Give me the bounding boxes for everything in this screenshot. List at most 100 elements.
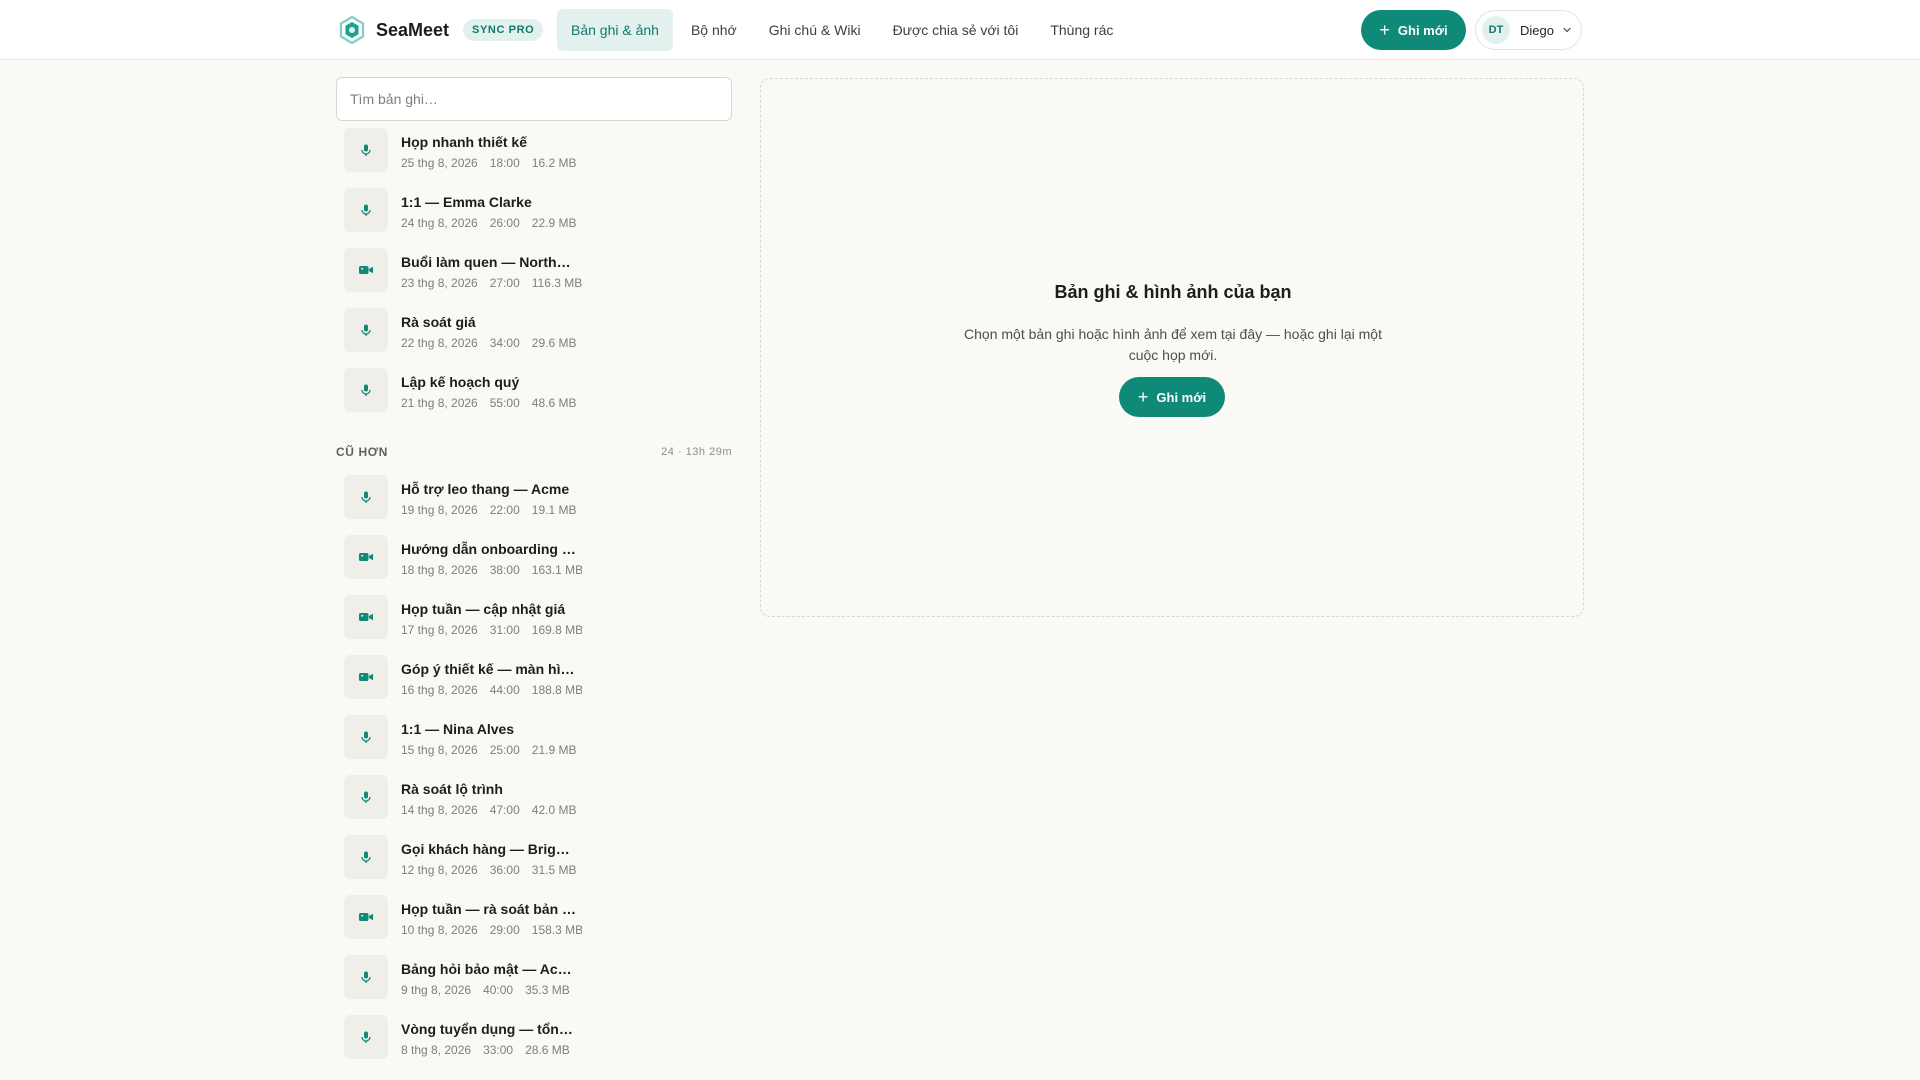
plan-badge: SYNC PRO: [463, 19, 544, 41]
recording-meta: 18 thg 8, 2026 38:00 163.1 MB: [401, 563, 582, 577]
tab-trash[interactable]: Thùng rác: [1036, 9, 1127, 51]
recording-meta: 21 thg 8, 2026 55:00 48.6 MB: [401, 396, 582, 410]
recording-item[interactable]: Lập kế hoạch quý 21 thg 8, 2026 55:00 48.6 …: [336, 366, 736, 426]
recording-size: 19.1 MB: [531, 503, 577, 517]
tab-notes-wiki[interactable]: Ghi chú & Wiki: [755, 9, 875, 51]
recording-title: Buổi làm quen — Northwind: [401, 254, 577, 270]
brand[interactable]: SeaMeet SYNC PRO: [338, 16, 544, 44]
recording-title: Rà soát giá: [401, 314, 476, 330]
recording-meta: 25 thg 8, 2026 18:00 16.2 MB: [401, 156, 582, 170]
recording-item[interactable]: Hỗ trợ leo thang — Acme 19 thg 8, 2026 22:…: [336, 473, 736, 533]
recording-date: 8 thg 8, 2026: [401, 1043, 472, 1057]
recording-meta: 14 thg 8, 2026 47:00 42.0 MB: [401, 803, 582, 817]
recording-duration: 25:00: [489, 743, 520, 757]
recording-item[interactable]: Họp tuần — cập nhật giá 17 thg 8, 2026 31:…: [336, 593, 736, 653]
recording-duration: 18:00: [489, 156, 520, 170]
new-recording-label: Ghi mới: [1397, 22, 1448, 38]
recording-date: 14 thg 8, 2026: [401, 803, 478, 817]
new-recording-button[interactable]: + Ghi mới: [1361, 10, 1466, 50]
recording-item[interactable]: Hướng dẫn onboarding khách hàng 18 thg 8,…: [336, 533, 736, 593]
mic-icon: [344, 715, 388, 759]
top-bar: SeaMeet SYNC PRO Bản ghi & ảnh Bộ nhớ Gh…: [0, 0, 1920, 60]
recording-item[interactable]: 1:1 — Nina Alves 15 thg 8, 2026 25:00 21.9 …: [336, 713, 736, 773]
recording-item[interactable]: Buổi làm quen — Northwind 23 thg 8, 2026 2…: [336, 246, 736, 306]
recording-size: 158.3 MB: [531, 923, 582, 937]
recording-title: Hỗ trợ leo thang — Acme: [401, 481, 570, 497]
recording-item[interactable]: Gọi khách hàng — Brightline 12 thg 8, 202…: [336, 833, 736, 893]
recording-size: 116.3 MB: [531, 276, 582, 290]
recording-date: 19 thg 8, 2026: [401, 503, 478, 517]
recording-duration: 33:00: [483, 1043, 514, 1057]
avatar: DT: [1482, 16, 1510, 44]
tab-recordings[interactable]: Bản ghi & ảnh: [557, 9, 673, 51]
main-nav: Bản ghi & ảnh Bộ nhớ Ghi chú & Wiki Được…: [557, 9, 1131, 51]
video-icon: [344, 248, 388, 292]
recording-title: Họp nhanh thiết kế: [401, 134, 527, 150]
recording-title: 1:1 — Nina Alves: [401, 721, 515, 737]
search-input[interactable]: [336, 77, 732, 121]
recording-size: 16.2 MB: [531, 156, 577, 170]
recording-size: 35.3 MB: [525, 983, 570, 997]
empty-state-description: Chọn một bản ghi hoặc hình ảnh để xem tạ…: [964, 326, 1382, 363]
recording-title: Bảng hỏi bảo mật — Acme: [401, 961, 577, 977]
recording-duration: 44:00: [489, 683, 520, 697]
chevron-down-icon: [1563, 27, 1571, 33]
recording-item[interactable]: Họp nhanh thiết kế 25 thg 8, 2026 18:00 16.…: [336, 126, 736, 186]
recording-title: Lập kế hoạch quý: [401, 374, 520, 390]
recording-item[interactable]: Rà soát lộ trình 14 thg 8, 2026 47:00 42.0 …: [336, 773, 736, 833]
recording-item[interactable]: Góp ý thiết kế — màn hình chính 16 thg 8,…: [336, 653, 736, 713]
recording-title: Họp tuần — rà soát bản phát hành: [401, 901, 577, 917]
mic-icon: [344, 308, 388, 352]
video-icon: [344, 895, 388, 939]
recording-date: 9 thg 8, 2026: [401, 983, 472, 997]
recording-date: 21 thg 8, 2026: [401, 396, 478, 410]
recording-date: 25 thg 8, 2026: [401, 156, 478, 170]
recording-title: 1:1 — Emma Clarke: [401, 194, 532, 210]
user-menu[interactable]: DT Diego: [1475, 10, 1582, 50]
recording-size: 22.9 MB: [531, 216, 577, 230]
recording-title: Họp tuần — cập nhật giá: [401, 601, 566, 617]
recording-size: 21.9 MB: [531, 743, 577, 757]
recording-item[interactable]: Bảng hỏi bảo mật — Acme 9 thg 8, 2026 40:0…: [336, 953, 736, 1013]
recording-size: 28.6 MB: [525, 1043, 570, 1057]
recording-duration: 55:00: [489, 396, 520, 410]
plus-icon: +: [1379, 20, 1390, 40]
empty-new-recording-label: Ghi mới: [1156, 389, 1207, 405]
tab-memory[interactable]: Bộ nhớ: [677, 9, 751, 51]
recording-meta: 24 thg 8, 2026 26:00 22.9 MB: [401, 216, 582, 230]
older-section-header: CŨ HƠN 24 · 13h 29m: [336, 444, 732, 460]
recording-duration: 36:00: [489, 863, 520, 877]
recording-title: Hướng dẫn onboarding khách hàng: [401, 541, 577, 557]
recording-meta: 19 thg 8, 2026 22:00 19.1 MB: [401, 503, 582, 517]
video-icon: [344, 655, 388, 699]
recording-size: 42.0 MB: [531, 803, 577, 817]
mic-icon: [344, 368, 388, 412]
mic-icon: [344, 1015, 388, 1059]
older-section-title: CŨ HƠN: [336, 445, 388, 459]
recording-item[interactable]: Họp tuần — rà soát bản phát hành 10 thg 8…: [336, 893, 736, 953]
recording-meta: 12 thg 8, 2026 36:00 31.5 MB: [401, 863, 582, 877]
mic-icon: [344, 775, 388, 819]
mic-icon: [344, 188, 388, 232]
recording-meta: 9 thg 8, 2026 40:00 35.3 MB: [401, 983, 582, 997]
recording-meta: 16 thg 8, 2026 44:00 188.8 MB: [401, 683, 582, 697]
recording-duration: 38:00: [489, 563, 520, 577]
mic-icon: [344, 475, 388, 519]
recording-date: 22 thg 8, 2026: [401, 336, 478, 350]
recent-recordings-list: Họp nhanh thiết kế 25 thg 8, 2026 18:00 16.…: [336, 126, 736, 426]
recording-size: 188.8 MB: [531, 683, 582, 697]
recording-duration: 40:00: [483, 983, 514, 997]
recording-date: 18 thg 8, 2026: [401, 563, 478, 577]
recording-duration: 47:00: [489, 803, 520, 817]
tab-shared-with-me[interactable]: Được chia sẻ với tôi: [879, 9, 1033, 51]
empty-new-recording-button[interactable]: + Ghi mới: [1119, 377, 1225, 417]
recording-item[interactable]: Vòng tuyển dụng — tổng kết 8 thg 8, 2026 3…: [336, 1013, 736, 1073]
recording-item[interactable]: Rà soát giá 22 thg 8, 2026 34:00 29.6 MB: [336, 306, 736, 366]
recording-date: 15 thg 8, 2026: [401, 743, 478, 757]
older-recordings-list: Hỗ trợ leo thang — Acme 19 thg 8, 2026 22:…: [336, 473, 736, 1073]
recording-duration: 29:00: [489, 923, 520, 937]
recording-item[interactable]: 1:1 — Emma Clarke 24 thg 8, 2026 26:00 22.9…: [336, 186, 736, 246]
recording-date: 16 thg 8, 2026: [401, 683, 478, 697]
recording-title: Góp ý thiết kế — màn hình chính: [401, 661, 577, 677]
recording-title: Gọi khách hàng — Brightline: [401, 841, 577, 857]
